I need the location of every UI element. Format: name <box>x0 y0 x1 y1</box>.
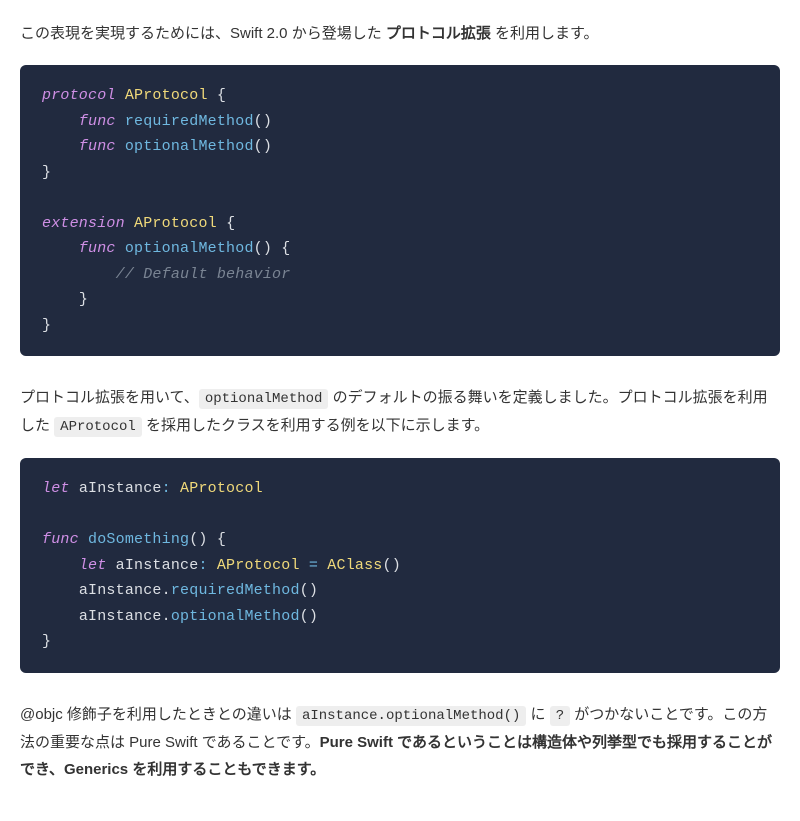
parens: () <box>189 531 207 548</box>
type-name: AProtocol <box>134 215 217 232</box>
brace: } <box>42 164 51 181</box>
keyword: extension <box>42 215 125 232</box>
dot: . <box>162 608 171 625</box>
keyword: func <box>79 138 116 155</box>
function-name: optionalMethod <box>125 240 254 257</box>
function-name: doSomething <box>88 531 189 548</box>
dot: . <box>162 582 171 599</box>
parens: () <box>300 608 318 625</box>
brace: } <box>42 317 51 334</box>
keyword: protocol <box>42 87 116 104</box>
parens: () <box>300 582 318 599</box>
keyword: func <box>42 531 79 548</box>
parens: () <box>254 138 272 155</box>
text: この表現を実現するためには、Swift 2.0 から登場した <box>20 25 386 42</box>
inline-code: AProtocol <box>54 417 142 437</box>
operator: : <box>198 557 207 574</box>
brace: } <box>42 633 51 650</box>
keyword: func <box>79 240 116 257</box>
keyword: let <box>79 557 107 574</box>
function-name: requiredMethod <box>171 582 300 599</box>
identifier: aInstance <box>79 582 162 599</box>
type-name: AProtocol <box>125 87 208 104</box>
brace: { <box>217 87 226 104</box>
brace: { <box>217 531 226 548</box>
function-name: requiredMethod <box>125 113 254 130</box>
brace: { <box>281 240 290 257</box>
text: に <box>526 706 549 723</box>
inline-code: aInstance.optionalMethod() <box>296 706 526 726</box>
operator: : <box>162 480 171 497</box>
bold-text: プロトコル拡張 <box>386 25 491 42</box>
function-name: optionalMethod <box>171 608 300 625</box>
article-content: この表現を実現するためには、Swift 2.0 から登場した プロトコル拡張 を… <box>20 20 780 783</box>
inline-code: optionalMethod <box>199 389 329 409</box>
text: @objc 修飾子を利用したときとの違いは <box>20 706 296 723</box>
identifier: aInstance <box>79 608 162 625</box>
function-name: optionalMethod <box>125 138 254 155</box>
paragraph-3: @objc 修飾子を利用したときとの違いは aInstance.optional… <box>20 701 780 783</box>
keyword: func <box>79 113 116 130</box>
inline-code: ? <box>550 706 570 726</box>
code-block-2: let aInstance: AProtocol func doSomethin… <box>20 458 780 673</box>
comment: // Default behavior <box>116 266 291 283</box>
parens: () <box>383 557 401 574</box>
text: プロトコル拡張を用いて、 <box>20 389 199 406</box>
brace: } <box>79 291 88 308</box>
parens: () <box>254 113 272 130</box>
operator: = <box>309 557 318 574</box>
variable: aInstance <box>116 557 199 574</box>
paragraph-2: プロトコル拡張を用いて、optionalMethod のデフォルトの振る舞いを定… <box>20 384 780 440</box>
text: を利用します。 <box>491 25 599 42</box>
brace: { <box>226 215 235 232</box>
variable: aInstance <box>79 480 162 497</box>
parens: () <box>254 240 272 257</box>
type-name: AProtocol <box>180 480 263 497</box>
keyword: let <box>42 480 70 497</box>
code-block-1: protocol AProtocol { func requiredMethod… <box>20 65 780 356</box>
text: を採用したクラスを利用する例を以下に示します。 <box>142 417 489 434</box>
type-name: AProtocol <box>217 557 300 574</box>
paragraph-1: この表現を実現するためには、Swift 2.0 から登場した プロトコル拡張 を… <box>20 20 780 47</box>
type-name: AClass <box>327 557 382 574</box>
